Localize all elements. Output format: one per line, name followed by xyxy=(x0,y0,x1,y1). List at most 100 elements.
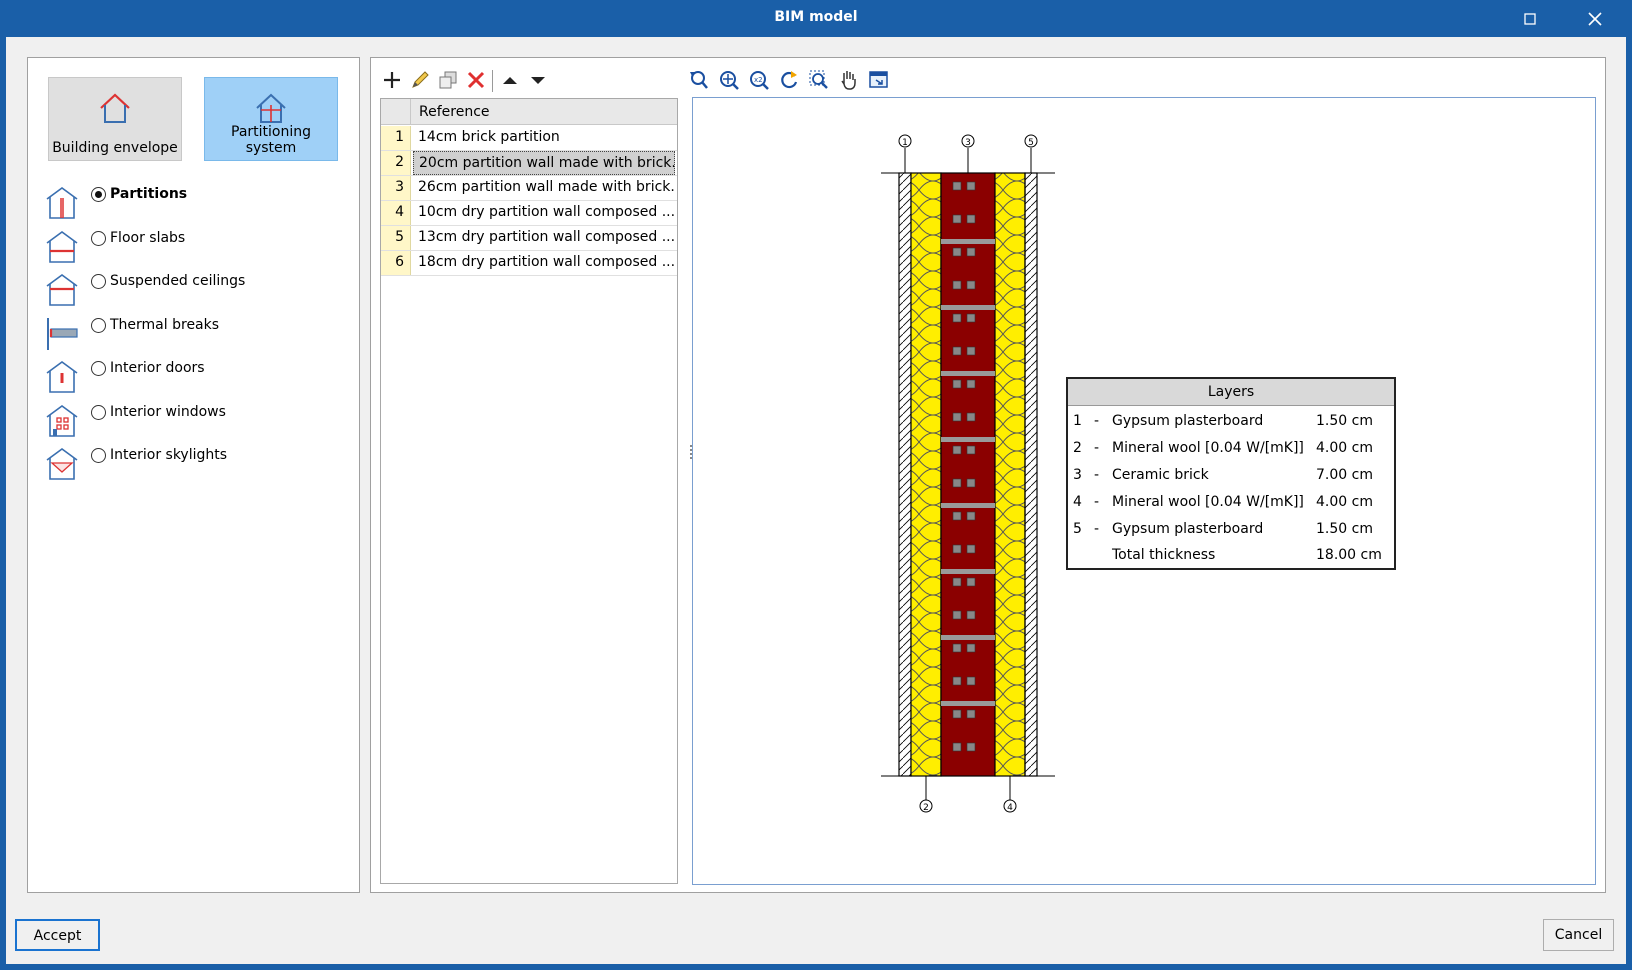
pan-hand-icon[interactable] xyxy=(837,68,861,92)
axis-label: 4 xyxy=(1007,803,1013,813)
option-suspended-ceilings[interactable]: Suspended ceilings xyxy=(44,272,344,312)
legend-row-value: 1.50 cm xyxy=(1316,521,1373,537)
row-number: 1 xyxy=(381,126,411,150)
interior-skylight-icon xyxy=(46,448,78,480)
option-thermal-breaks[interactable]: Thermal breaks xyxy=(44,316,344,356)
svg-text:x2: x2 xyxy=(754,76,763,84)
brick-hole xyxy=(966,445,976,455)
row-reference[interactable]: 10cm dry partition wall composed ... xyxy=(413,201,675,225)
list-header-num xyxy=(381,99,411,125)
partitioning-system-button[interactable]: Partitioning system xyxy=(204,77,338,161)
list-row[interactable]: 3 26cm partition wall made with brick... xyxy=(381,176,677,201)
brick-hole xyxy=(952,709,962,719)
brick-hole xyxy=(966,181,976,191)
legend-row-number: 2 xyxy=(1073,440,1082,456)
brick-hole xyxy=(966,511,976,521)
building-envelope-button[interactable]: Building envelope xyxy=(48,77,182,161)
list-toolbar xyxy=(380,68,580,94)
legend-row-number: 5 xyxy=(1073,521,1082,537)
edit-icon[interactable] xyxy=(408,68,432,92)
reference-list: Reference 1 14cm brick partition 2 20cm … xyxy=(380,98,678,884)
interior-skylights-radio[interactable] xyxy=(91,448,106,463)
maximize-icon[interactable] xyxy=(1520,9,1540,29)
legend-row-dash: - xyxy=(1094,521,1100,537)
interior-window-icon xyxy=(46,405,78,437)
building-envelope-label: Building envelope xyxy=(52,140,178,156)
legend-row-dash: - xyxy=(1094,494,1100,510)
mineral-wool-layer xyxy=(910,172,942,777)
legend-row: 4 - Mineral wool [0.04 W/[mK]] 4.00 cm xyxy=(1068,489,1394,516)
accept-button[interactable]: Accept xyxy=(15,919,100,951)
move-up-icon[interactable] xyxy=(498,68,522,92)
axis-label: 2 xyxy=(923,803,929,813)
export-view-icon[interactable] xyxy=(867,68,891,92)
legend-row-name: Mineral wool [0.04 W/[mK]] xyxy=(1112,440,1304,456)
list-header-reference: Reference xyxy=(419,104,490,120)
legend-row-value: 7.00 cm xyxy=(1316,467,1373,483)
zoom-window-icon[interactable] xyxy=(807,68,831,92)
brick-hole xyxy=(952,478,962,488)
partitions-label: Partitions xyxy=(110,186,188,202)
list-row[interactable]: 5 13cm dry partition wall composed ... xyxy=(381,226,677,251)
legend-row-name: Gypsum plasterboard xyxy=(1112,521,1264,537)
brick-hole xyxy=(966,214,976,224)
suspended-ceilings-radio[interactable] xyxy=(91,274,106,289)
close-icon[interactable] xyxy=(1583,7,1607,31)
legend-row-dash: - xyxy=(1094,440,1100,456)
list-row[interactable]: 1 14cm brick partition xyxy=(381,126,677,151)
option-partitions[interactable]: Partitions xyxy=(44,185,344,225)
copy-icon[interactable] xyxy=(436,68,460,92)
brick-hole xyxy=(952,181,962,191)
floor-slabs-radio[interactable] xyxy=(91,231,106,246)
gypsum-layer xyxy=(1024,172,1038,777)
option-interior-skylights[interactable]: Interior skylights xyxy=(44,446,344,486)
interior-windows-radio[interactable] xyxy=(91,405,106,420)
row-reference[interactable]: 20cm partition wall made with brick... xyxy=(413,151,675,175)
zoom-previous-icon[interactable] xyxy=(687,68,711,92)
move-down-icon[interactable] xyxy=(526,68,550,92)
thermal-breaks-radio[interactable] xyxy=(91,318,106,333)
zoom-extents-icon[interactable] xyxy=(717,68,741,92)
list-row-selected[interactable]: 2 20cm partition wall made with brick... xyxy=(381,151,677,176)
mortar-joint xyxy=(941,371,995,376)
partitions-radio[interactable] xyxy=(91,187,106,202)
list-row[interactable]: 4 10cm dry partition wall composed ... xyxy=(381,201,677,226)
floor-slab-icon xyxy=(46,231,78,263)
brick-hole xyxy=(952,247,962,257)
legend-row-name: Ceramic brick xyxy=(1112,467,1209,483)
brick-hole xyxy=(952,445,962,455)
cancel-button[interactable]: Cancel xyxy=(1543,919,1614,951)
main-panel: Reference 1 14cm brick partition 2 20cm … xyxy=(370,57,1606,893)
section-viewer[interactable]: 1 3 5 2 4 Layers 1 - Gypsum plasterboard 1.5… xyxy=(692,97,1596,885)
option-interior-windows[interactable]: Interior windows xyxy=(44,403,344,443)
row-reference[interactable]: 26cm partition wall made with brick... xyxy=(413,176,675,200)
legend-total-row: Total thickness 18.00 cm xyxy=(1068,542,1394,569)
legend-row-dash: - xyxy=(1094,413,1100,429)
brick-hole xyxy=(952,214,962,224)
option-floor-slabs[interactable]: Floor slabs xyxy=(44,229,344,269)
option-interior-doors[interactable]: Interior doors xyxy=(44,359,344,399)
brick-hole xyxy=(952,412,962,422)
legend-row-value: 4.00 cm xyxy=(1316,494,1373,510)
row-number: 6 xyxy=(381,251,411,275)
zoom-2x-icon[interactable]: x2 xyxy=(747,68,771,92)
brick-hole xyxy=(966,379,976,389)
row-reference[interactable]: 14cm brick partition xyxy=(413,126,675,150)
add-icon[interactable] xyxy=(380,68,404,92)
legend-row-value: 1.50 cm xyxy=(1316,413,1373,429)
interior-doors-radio[interactable] xyxy=(91,361,106,376)
delete-icon[interactable] xyxy=(464,68,488,92)
brick-hole xyxy=(952,313,962,323)
partitioning-system-label: Partitioning system xyxy=(231,124,311,156)
row-reference[interactable]: 13cm dry partition wall composed ... xyxy=(413,226,675,250)
row-number: 5 xyxy=(381,226,411,250)
partitioning-system-icon xyxy=(256,93,286,123)
refresh-icon[interactable] xyxy=(777,68,801,92)
legend-row-number: 3 xyxy=(1073,467,1082,483)
interior-doors-label: Interior doors xyxy=(110,360,205,376)
brick-hole xyxy=(966,478,976,488)
interior-windows-label: Interior windows xyxy=(110,404,226,420)
row-reference[interactable]: 18cm dry partition wall composed ... xyxy=(413,251,675,275)
ceramic-brick-layer xyxy=(940,172,996,777)
list-row[interactable]: 6 18cm dry partition wall composed ... xyxy=(381,251,677,276)
